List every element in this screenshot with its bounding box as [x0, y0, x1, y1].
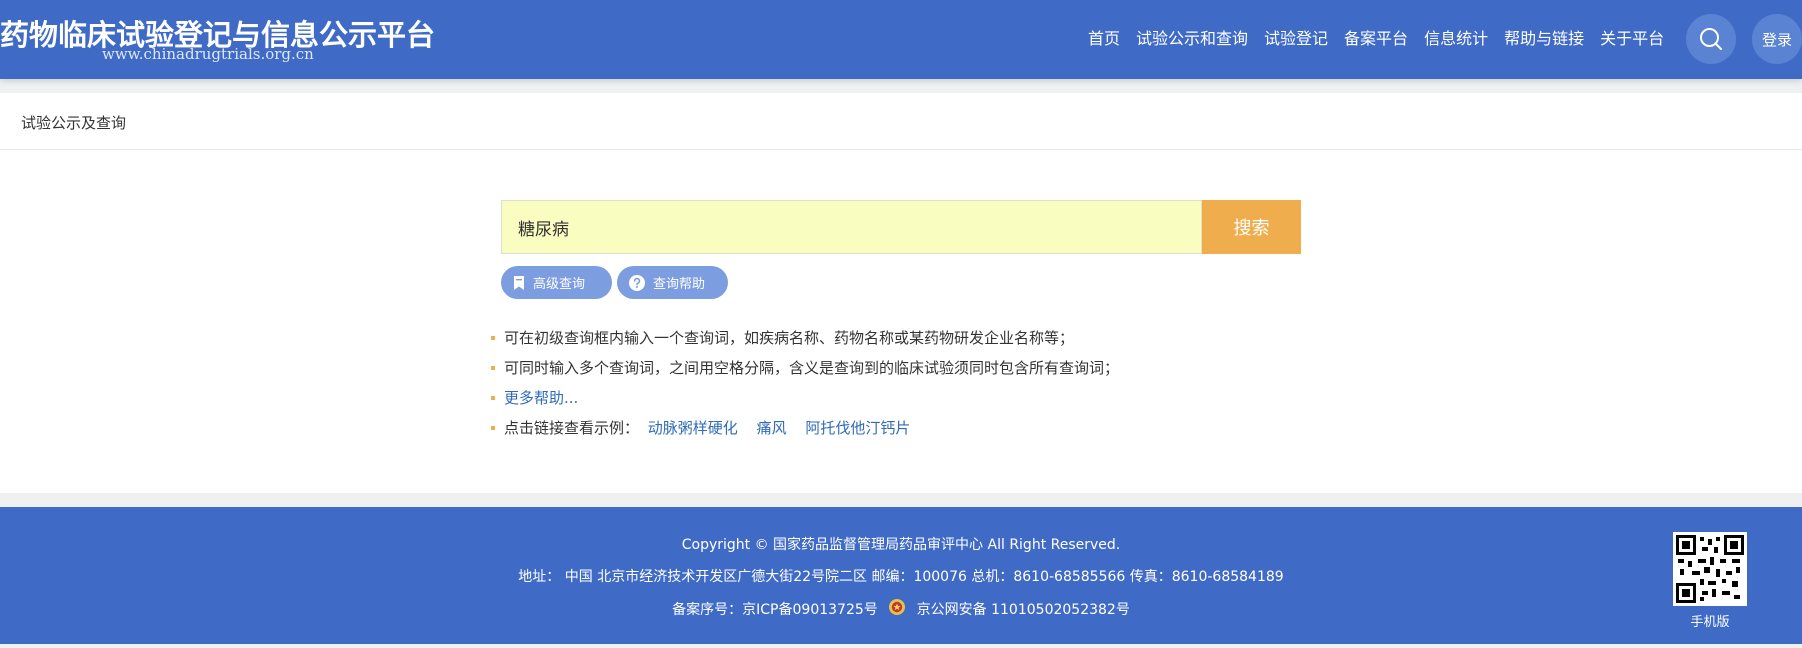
- police-badge-icon: [888, 598, 906, 620]
- nav-statistics[interactable]: 信息统计: [1416, 27, 1496, 51]
- mobile-version-label[interactable]: 手机版: [1665, 611, 1755, 630]
- search-icon: [1700, 28, 1722, 50]
- main-panel: 试验公示及查询 搜索 高级查询 查询帮助 可在初级查询框内输入一个查询词，如疾病…: [0, 93, 1802, 493]
- bookmark-icon: [513, 275, 525, 290]
- tip-item: 可同时输入多个查询词，之间用空格分隔，含义是查询到的临床试验须同时包含所有查询词…: [490, 353, 1119, 383]
- question-icon: [629, 274, 645, 291]
- more-help-link[interactable]: 更多帮助...: [504, 389, 578, 407]
- filing-line: 备案序号：京ICP备09013725号 京公网安备 11010502052382…: [0, 598, 1802, 622]
- police-link[interactable]: 京公网安备 11010502052382号: [917, 602, 1130, 618]
- example-link-atorvastatin[interactable]: 阿托伐他汀钙片: [805, 419, 910, 437]
- main-nav: 首页 试验公示和查询 试验登记 备案平台 信息统计 帮助与链接 关于平台: [1080, 27, 1672, 51]
- advanced-search-button[interactable]: 高级查询: [501, 266, 612, 299]
- breadcrumb-bar: 试验公示及查询: [0, 93, 1802, 150]
- nav-about[interactable]: 关于平台: [1592, 27, 1672, 51]
- nav-home[interactable]: 首页: [1080, 27, 1128, 51]
- search-help-label: 查询帮助: [653, 277, 706, 292]
- site-header: 药物临床试验登记与信息公示平台 www.chinadrugtrials.org.…: [0, 0, 1802, 79]
- search-help-button[interactable]: 查询帮助: [617, 266, 728, 299]
- nav-trial-register[interactable]: 试验登记: [1256, 27, 1336, 51]
- search-box: [501, 200, 1202, 254]
- site-url: www.chinadrugtrials.org.cn: [102, 45, 314, 63]
- nav-help-links[interactable]: 帮助与链接: [1496, 27, 1592, 51]
- qr-code-icon: [1676, 535, 1744, 603]
- search-button[interactable]: 搜索: [1202, 200, 1301, 254]
- tip-examples: 点击链接查看示例： 动脉粥样硬化 痛风 阿托伐他汀钙片: [490, 413, 1119, 443]
- address-text: 地址： 中国 北京市经济技术开发区广德大街22号院二区 邮编：100076 总机…: [518, 569, 1284, 585]
- qr-code: [1673, 532, 1747, 606]
- login-button[interactable]: 登录: [1752, 14, 1802, 64]
- breadcrumb: 试验公示及查询: [21, 114, 127, 132]
- search-input[interactable]: [502, 201, 1201, 253]
- example-link-gout[interactable]: 痛风: [757, 419, 787, 437]
- example-link-atherosclerosis[interactable]: 动脉粥样硬化: [648, 419, 738, 437]
- icp-link[interactable]: 备案序号：京ICP备09013725号: [672, 602, 878, 618]
- examples-label: 点击链接查看示例：: [504, 419, 640, 437]
- nav-trial-query[interactable]: 试验公示和查询: [1128, 27, 1256, 51]
- nav-filing-platform[interactable]: 备案平台: [1336, 27, 1416, 51]
- header-search-button[interactable]: [1686, 14, 1736, 64]
- tip-item: 可在初级查询框内输入一个查询词，如疾病名称、药物名称或某药物研发企业名称等；: [490, 323, 1119, 353]
- site-footer: Copyright © 国家药品监督管理局药品审评中心 All Right Re…: [0, 507, 1802, 644]
- search-tips: 可在初级查询框内输入一个查询词，如疾病名称、药物名称或某药物研发企业名称等； 可…: [490, 323, 1119, 443]
- advanced-search-label: 高级查询: [533, 277, 586, 292]
- copyright-text: Copyright © 国家药品监督管理局药品审评中心 All Right Re…: [681, 537, 1121, 553]
- tip-item: 更多帮助...: [490, 383, 1119, 413]
